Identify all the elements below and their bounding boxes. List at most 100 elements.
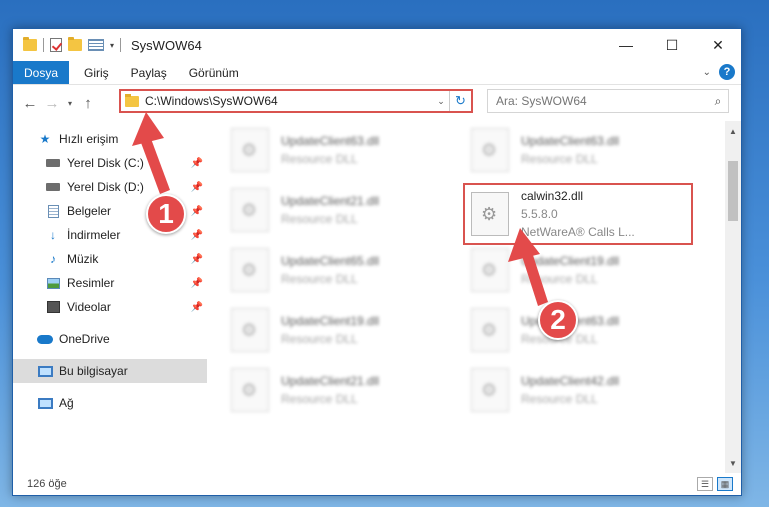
tab-view[interactable]: Görünüm	[178, 61, 250, 84]
details-view-icon[interactable]: ☰	[697, 477, 713, 491]
search-input[interactable]	[496, 94, 708, 108]
new-folder-icon[interactable]	[68, 37, 82, 51]
forward-arrow-icon[interactable]: →	[41, 95, 63, 112]
file-item[interactable]: UpdateClient21.dll Resource DLL	[231, 365, 451, 415]
dll-file-icon	[471, 368, 509, 412]
vertical-scrollbar[interactable]: ▲ ▼	[725, 121, 741, 473]
dll-file-icon	[471, 128, 509, 172]
sidebar-item-label: Müzik	[67, 252, 99, 266]
tab-home[interactable]: Giriş	[73, 61, 120, 84]
file-item[interactable]: UpdateClient19.dll Resource DLL	[231, 305, 451, 355]
close-button[interactable]: ✕	[695, 29, 741, 61]
window-title: SysWOW64	[131, 37, 202, 53]
recent-locations-chevron-icon[interactable]: ▾	[63, 99, 77, 108]
music-icon: ♪	[50, 252, 56, 266]
file-item[interactable]: UpdateClient63.dll Resource DLL	[471, 125, 691, 175]
file-name: UpdateClient63.dll	[521, 134, 620, 148]
file-item[interactable]: UpdateClient63.dll Resource DLL	[231, 125, 451, 175]
drive-icon	[45, 180, 61, 194]
sidebar-item-this-pc[interactable]: Bu bilgisayar	[13, 359, 207, 383]
sidebar-item-videos[interactable]: Videolar 📌	[13, 295, 207, 319]
expand-ribbon-icon[interactable]: ⌄	[703, 67, 711, 78]
file-list: UpdateClient63.dll Resource DLL UpdateCli…	[207, 121, 725, 473]
scroll-down-icon[interactable]: ▼	[725, 455, 741, 471]
pin-icon[interactable]: 📌	[191, 254, 203, 265]
downloads-icon: ↓	[50, 228, 56, 242]
sidebar-item-pictures[interactable]: Resimler 📌	[13, 271, 207, 295]
file-type: Resource DLL	[281, 392, 358, 406]
videos-icon	[45, 300, 61, 314]
file-type: Resource DLL	[521, 392, 598, 406]
properties-check-icon[interactable]	[50, 38, 62, 52]
search-icon[interactable]: ⌕	[708, 94, 728, 109]
file-name: UpdateClient21.dll	[281, 374, 380, 388]
chevron-down-icon[interactable]: ⌄	[433, 96, 449, 107]
dll-file-icon	[231, 128, 269, 172]
file-name: UpdateClient65.dll	[281, 254, 380, 268]
sidebar-item-disk-d[interactable]: Yerel Disk (D:) 📌	[13, 175, 207, 199]
sidebar-item-label: Bu bilgisayar	[59, 364, 128, 378]
dll-file-icon	[471, 308, 509, 352]
step-badge-2: 2	[538, 300, 578, 340]
content-area: ★ Hızlı erişim Yerel Disk (C:) 📌 Yerel D…	[13, 121, 741, 473]
sidebar-item-disk-c[interactable]: Yerel Disk (C:) 📌	[13, 151, 207, 175]
sidebar-item-quick-access[interactable]: ★ Hızlı erişim	[13, 127, 207, 151]
file-item[interactable]: UpdateClient63.dllResource DLL	[471, 305, 691, 355]
refresh-icon[interactable]: ↻	[449, 91, 471, 111]
file-name: UpdateClient42.dll	[521, 374, 620, 388]
sidebar-item-music[interactable]: ♪ Müzik 📌	[13, 247, 207, 271]
file-name: UpdateClient21.dll	[281, 194, 380, 208]
folder-icon	[23, 37, 37, 51]
divider	[43, 38, 44, 52]
tab-share[interactable]: Paylaş	[120, 61, 178, 84]
scroll-thumb[interactable]	[728, 161, 738, 221]
file-type: Resource DLL	[281, 212, 358, 226]
file-item[interactable]: UpdateClient21.dll Resource DLL	[231, 185, 451, 235]
view-options-icon[interactable]	[88, 39, 104, 51]
up-arrow-icon[interactable]: ↑	[77, 95, 99, 112]
file-item[interactable]: UpdateClient19.dll Resource DLL	[471, 245, 691, 295]
pin-icon[interactable]: 📌	[191, 206, 203, 217]
dll-file-icon	[231, 308, 269, 352]
file-type: Resource DLL	[281, 152, 358, 166]
pictures-icon	[45, 276, 61, 290]
tab-file[interactable]: Dosya	[13, 61, 69, 84]
status-bar: 126 öğe ☰ ▦	[13, 473, 741, 495]
maximize-button[interactable]: ☐	[649, 29, 695, 61]
dll-file-icon	[231, 368, 269, 412]
pin-icon[interactable]: 📌	[191, 182, 203, 193]
chevron-down-icon[interactable]: ▾	[110, 41, 114, 50]
search-box[interactable]: ⌕	[487, 89, 729, 113]
pin-icon[interactable]: 📌	[191, 302, 203, 313]
address-path[interactable]: C:\Windows\SysWOW64	[145, 94, 433, 108]
sidebar-item-label: Videolar	[67, 300, 111, 314]
file-item[interactable]: UpdateClient65.dll Resource DLL	[231, 245, 451, 295]
sidebar-item-onedrive[interactable]: OneDrive	[13, 327, 207, 351]
address-row: ← → ▾ ↑ C:\Windows\SysWOW64 ⌄ ↻ ⌕	[13, 85, 741, 121]
step-badge-1: 1	[146, 194, 186, 234]
file-type: Resource DLL	[521, 152, 598, 166]
help-icon[interactable]: ?	[719, 64, 735, 80]
quick-access-toolbar: ▾	[13, 37, 122, 52]
sidebar-item-label: Hızlı erişim	[59, 132, 119, 146]
sidebar-item-network[interactable]: Ağ	[13, 391, 207, 415]
file-name: UpdateClient63.dll	[281, 134, 380, 148]
file-type: Resource DLL	[521, 272, 598, 286]
computer-icon	[37, 364, 53, 378]
back-arrow-icon[interactable]: ←	[19, 95, 41, 112]
title-bar: ▾ SysWOW64 — ☐ ✕	[13, 29, 741, 61]
documents-icon	[45, 204, 61, 218]
ribbon-tabs: Dosya Giriş Paylaş Görünüm ⌄ ?	[13, 61, 741, 85]
file-name: UpdateClient19.dll	[281, 314, 380, 328]
sidebar-item-label: Ağ	[59, 396, 74, 410]
star-icon: ★	[39, 132, 51, 146]
pin-icon[interactable]: 📌	[191, 158, 203, 169]
pin-icon[interactable]: 📌	[191, 278, 203, 289]
scroll-up-icon[interactable]: ▲	[725, 123, 741, 139]
file-type: Resource DLL	[281, 332, 358, 346]
minimize-button[interactable]: —	[603, 29, 649, 61]
pin-icon[interactable]: 📌	[191, 230, 203, 241]
file-item[interactable]: UpdateClient42.dll Resource DLL	[471, 365, 691, 415]
tiles-view-icon[interactable]: ▦	[717, 477, 733, 491]
address-bar[interactable]: C:\Windows\SysWOW64 ⌄ ↻	[119, 89, 473, 113]
